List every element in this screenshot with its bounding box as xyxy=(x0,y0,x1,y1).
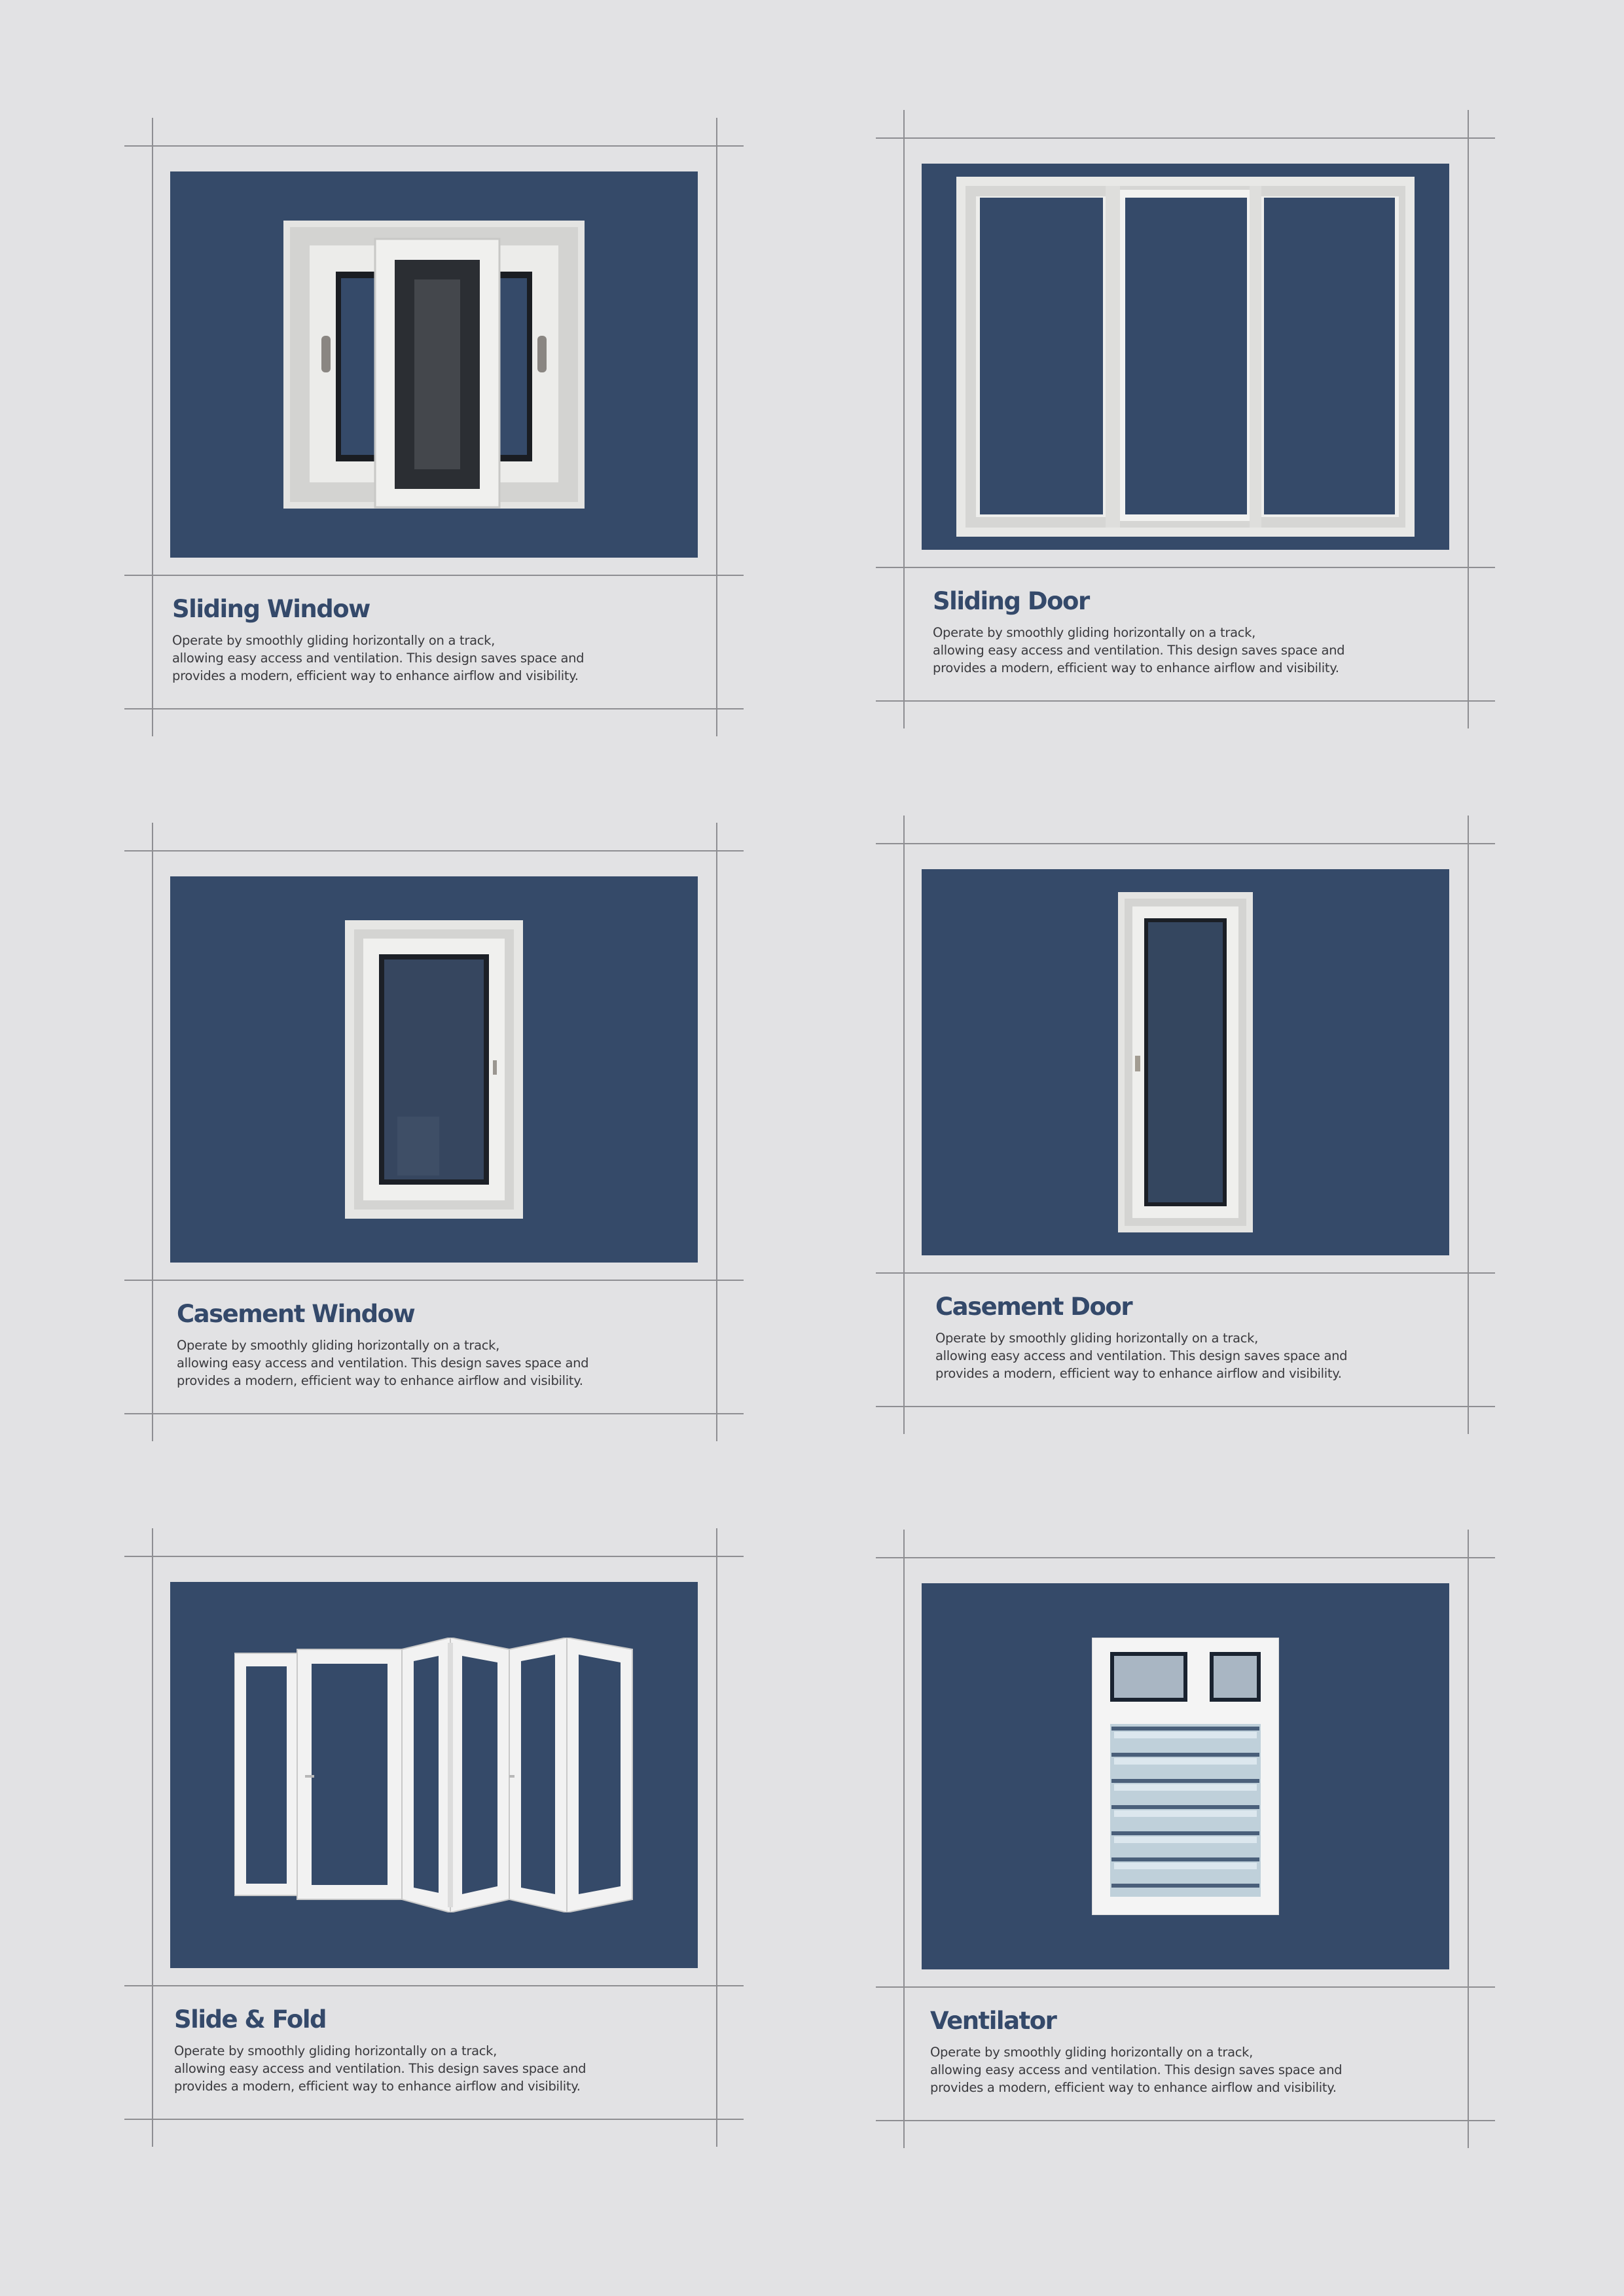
product-title: Casement Window xyxy=(177,1300,416,1328)
guide-line xyxy=(124,2119,744,2120)
product-card-ventilator: Ventilator Operate by smoothly gliding h… xyxy=(876,1530,1498,2148)
guide-line xyxy=(876,1986,1495,1988)
guide-line xyxy=(876,137,1495,139)
guide-line xyxy=(124,1985,744,1986)
product-image-panel xyxy=(170,876,698,1263)
product-title: Sliding Door xyxy=(933,587,1090,615)
guide-line xyxy=(124,708,744,709)
product-title: Slide & Fold xyxy=(174,2005,327,2034)
product-image-panel xyxy=(922,164,1449,550)
guide-line xyxy=(876,1406,1495,1407)
guide-line xyxy=(876,567,1495,568)
guide-line xyxy=(124,145,744,147)
product-card-slide-and-fold: Slide & Fold Operate by smoothly gliding… xyxy=(124,1528,746,2147)
guide-line xyxy=(876,1557,1495,1558)
guide-line xyxy=(1468,816,1469,1434)
guide-line xyxy=(152,823,153,1441)
product-card-casement-door: Casement Door Operate by smoothly glidin… xyxy=(876,816,1498,1434)
product-card-sliding-window: Sliding Window Operate by smoothly glidi… xyxy=(124,118,746,736)
product-card-sliding-door: Sliding Door Operate by smoothly gliding… xyxy=(876,110,1498,728)
guide-line xyxy=(876,2120,1495,2121)
product-card-casement-window: Casement Window Operate by smoothly glid… xyxy=(124,823,746,1441)
guide-line xyxy=(152,1528,153,2147)
product-image-panel xyxy=(170,171,698,558)
casement-door-illustration xyxy=(1118,892,1253,1232)
guide-line xyxy=(124,1413,744,1414)
guide-line xyxy=(903,1530,905,2148)
guide-line xyxy=(903,816,905,1434)
guide-line xyxy=(124,1280,744,1281)
guide-line xyxy=(903,110,905,728)
product-description: Operate by smoothly gliding horizontally… xyxy=(933,625,1345,675)
product-image-panel xyxy=(922,1583,1449,1969)
product-description: Operate by smoothly gliding horizontally… xyxy=(172,633,585,683)
sliding-window-illustration xyxy=(283,221,585,509)
product-description: Operate by smoothly gliding horizontally… xyxy=(935,1331,1348,1381)
guide-line xyxy=(124,575,744,576)
product-title: Sliding Window xyxy=(172,595,370,623)
guide-line xyxy=(876,1272,1495,1274)
product-image-panel xyxy=(170,1582,698,1968)
slide-and-fold-illustration xyxy=(234,1638,633,1912)
product-description: Operate by smoothly gliding horizontally… xyxy=(930,2045,1343,2095)
product-description: Operate by smoothly gliding horizontally… xyxy=(177,1338,589,1388)
product-title: Ventilator xyxy=(930,2007,1057,2035)
product-title: Casement Door xyxy=(935,1293,1133,1321)
product-description: Operate by smoothly gliding horizontally… xyxy=(174,2043,586,2094)
guide-line xyxy=(124,850,744,852)
ventilator-illustration xyxy=(1092,1638,1279,1915)
guide-line xyxy=(716,118,717,736)
guide-line xyxy=(124,1556,744,1557)
guide-line xyxy=(1468,1530,1469,2148)
guide-line xyxy=(152,118,153,736)
guide-line xyxy=(876,700,1495,702)
product-image-panel xyxy=(922,869,1449,1255)
sliding-door-illustration xyxy=(956,177,1415,537)
guide-line xyxy=(876,843,1495,844)
guide-line xyxy=(1468,110,1469,728)
casement-window-illustration xyxy=(345,920,523,1219)
guide-line xyxy=(716,823,717,1441)
guide-line xyxy=(716,1528,717,2147)
